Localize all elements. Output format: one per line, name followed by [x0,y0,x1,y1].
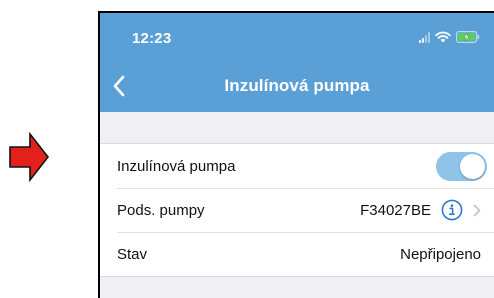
settings-list: Inzulínová pumpa Pods. pumpy F34027BE St… [100,143,494,277]
status-icons [419,31,480,43]
pump-serial-value: F34027BE [360,201,431,219]
pump-serial-row[interactable]: Pods. pumpy F34027BE [100,188,494,232]
pump-status-row: Stav Nepřipojeno [100,232,494,276]
pump-serial-value-group: F34027BE [360,188,481,232]
battery-charging-icon [456,31,480,43]
right-arrow-icon [9,132,50,182]
pump-status-value: Nepřipojeno [400,245,481,263]
pump-status-value-group: Nepřipojeno [400,232,481,276]
status-time: 12:23 [132,30,172,47]
phone-screen: 12:23 Inzulínová pumpa Inzulínová pumpa … [98,11,494,298]
insulin-pump-toggle[interactable] [436,152,487,181]
wifi-icon [435,31,451,43]
cellular-signal-icon [419,31,430,43]
row-label: Pods. pumpy [117,201,205,219]
navigation-bar: 12:23 Inzulínová pumpa [100,13,494,112]
info-circle-icon[interactable] [441,199,463,221]
screenshot-stage: 12:23 Inzulínová pumpa Inzulínová pumpa … [0,0,494,298]
toggle-knob [460,154,485,179]
row-label: Inzulínová pumpa [117,157,236,175]
insulin-pump-toggle-row: Inzulínová pumpa [100,144,494,188]
page-title: Inzulínová pumpa [224,76,370,95]
chevron-right-icon [473,204,481,216]
row-label: Stav [117,245,148,263]
